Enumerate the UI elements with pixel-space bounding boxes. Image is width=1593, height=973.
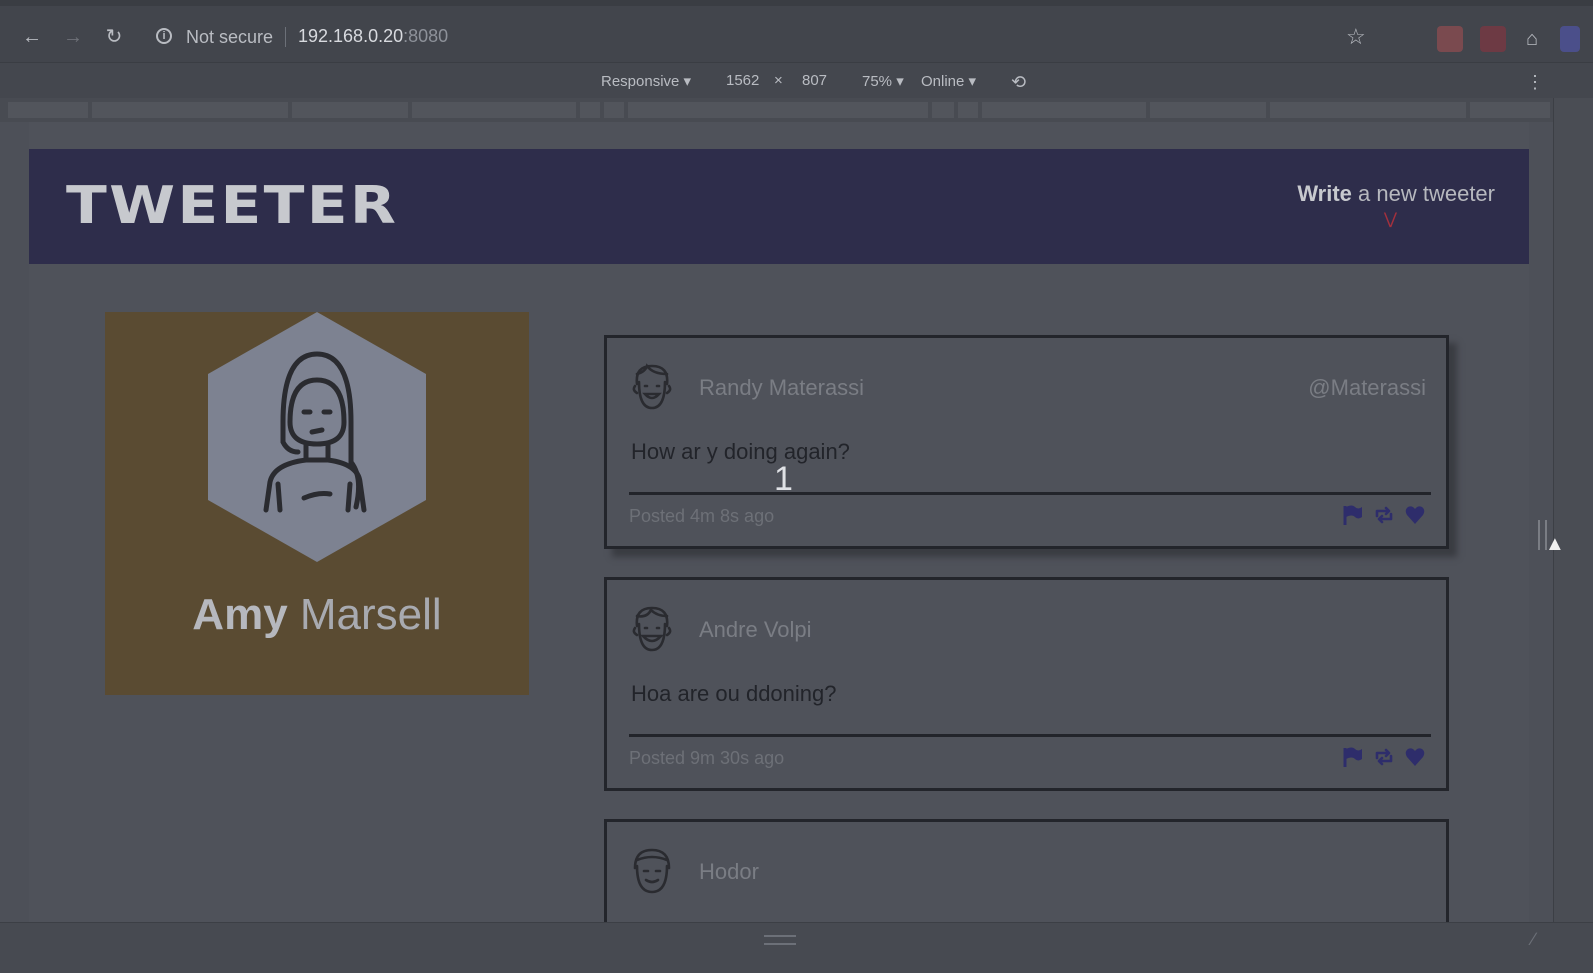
tweet-card[interactable]: Hodor	[604, 819, 1449, 922]
network-label: Online	[921, 73, 965, 90]
back-icon[interactable]: ←	[19, 24, 45, 50]
drag-handle-icon[interactable]	[764, 935, 796, 945]
media-query-bar	[0, 98, 1593, 122]
media-query-segment[interactable]	[1270, 102, 1468, 118]
site-logo: TWEETER	[66, 176, 399, 236]
user-avatar-icon	[632, 363, 672, 410]
heart-icon[interactable]	[1404, 504, 1426, 526]
compose-toggle[interactable]: Write a new tweeter	[1297, 181, 1495, 207]
tweet-card[interactable]: Randy Materassi @Materassi How ar y doin…	[604, 335, 1449, 549]
device-select[interactable]: Responsive ▾	[601, 72, 691, 90]
overlay-counter: 1	[774, 460, 793, 498]
zoom-select[interactable]: 75% ▾	[862, 72, 904, 90]
site-header: TWEETER Write a new tweeter ⋁	[29, 149, 1529, 264]
devtools-bottom-bar: ∕	[0, 922, 1593, 973]
media-query-segment[interactable]	[958, 102, 980, 118]
tweet-author-name: Andre Volpi	[699, 617, 812, 642]
tweet-author-name: Randy Materassi	[699, 375, 865, 400]
address-bar[interactable]: i Not secure 192.168.0.20:8080	[148, 20, 1398, 54]
media-query-segment[interactable]	[628, 102, 930, 118]
profile-card: Amy Marsell	[105, 312, 529, 695]
browser-toolbar: ← → ↻ i Not secure 192.168.0.20:8080 ☆ ⌂	[0, 0, 1593, 62]
media-query-segment[interactable]	[982, 102, 1148, 118]
media-query-segment[interactable]	[412, 102, 578, 118]
bookmark-star-icon[interactable]: ☆	[1346, 24, 1366, 50]
flag-icon[interactable]	[1342, 746, 1364, 768]
flag-icon[interactable]	[1342, 504, 1364, 526]
rotate-icon[interactable]: ⟲	[1011, 72, 1026, 93]
user-avatar-icon	[632, 606, 672, 652]
profile-extension-icon[interactable]	[1560, 26, 1580, 52]
device-toolbar: Responsive ▾ 1562 × 807 75% ▾ Online ▾ ⟲…	[0, 62, 1593, 99]
width-field[interactable]: 1562	[726, 72, 759, 89]
media-query-segment[interactable]	[92, 102, 290, 118]
tweet-card[interactable]: Andre Volpi Hoa are ou ddoning? Posted 9…	[604, 577, 1449, 791]
tweet-actions	[1333, 504, 1426, 526]
tweet-text: Hoa are ou ddoning?	[631, 681, 837, 706]
media-query-segment[interactable]	[932, 102, 956, 118]
info-icon[interactable]: i	[156, 28, 172, 44]
tweet-actions	[1333, 746, 1426, 768]
forward-icon[interactable]: →	[60, 24, 86, 50]
avatar	[208, 312, 426, 562]
dimension-separator: ×	[774, 72, 783, 89]
network-select[interactable]: Online ▾	[921, 72, 976, 90]
tweet-author-handle: @Materassi	[1308, 375, 1426, 400]
tweet-divider	[629, 734, 1431, 737]
reload-icon[interactable]: ↻	[101, 24, 127, 50]
media-query-segment[interactable]	[8, 102, 90, 118]
height-field[interactable]: 807	[802, 72, 827, 89]
resize-corner-icon[interactable]: ∕	[1532, 929, 1535, 950]
heart-icon[interactable]	[1404, 746, 1426, 768]
security-label: Not secure	[186, 27, 274, 47]
media-query-segment[interactable]	[580, 102, 602, 118]
tweet-timestamp: Posted 4m 8s ago	[629, 506, 775, 526]
more-options-icon[interactable]: ⋮	[1526, 72, 1544, 93]
tweet-author-name: Hodor	[699, 859, 759, 884]
tweet-timestamp: Posted 9m 30s ago	[629, 748, 785, 768]
url-text[interactable]: 192.168.0.20:8080	[298, 26, 448, 47]
extension-icon-off[interactable]	[1437, 26, 1463, 52]
compose-strong: Write	[1297, 181, 1352, 206]
media-query-segment[interactable]	[1470, 102, 1552, 118]
profile-last-name: Marsell	[287, 590, 442, 639]
retweet-icon[interactable]	[1373, 504, 1395, 526]
double-chevron-down-icon[interactable]: ⋁	[1384, 209, 1397, 229]
omnibox-divider	[285, 27, 286, 47]
profile-name: Amy Marsell	[105, 590, 529, 640]
zoom-label: 75%	[862, 73, 893, 90]
url-host: 192.168.0.20	[298, 26, 404, 46]
compose-rest: a new tweeter	[1351, 181, 1495, 206]
tab-strip	[0, 0, 1593, 6]
media-query-segment[interactable]	[1150, 102, 1268, 118]
media-query-segment[interactable]	[292, 102, 410, 118]
user-avatar-icon	[633, 848, 671, 894]
profile-first-name: Amy	[192, 590, 288, 639]
mouse-cursor-icon: ▲	[1545, 533, 1565, 555]
retweet-icon[interactable]	[1373, 746, 1395, 768]
devtools-side-panel	[1553, 98, 1593, 922]
url-port: :8080	[403, 26, 449, 46]
media-query-segment[interactable]	[604, 102, 626, 118]
device-label: Responsive	[601, 73, 680, 90]
ublock-icon[interactable]	[1480, 26, 1506, 52]
tweet-text: How ar y doing again?	[631, 439, 850, 464]
hexagon-frame-icon	[208, 312, 426, 562]
tweet-divider	[629, 492, 1431, 495]
home-icon[interactable]: ⌂	[1519, 26, 1545, 52]
